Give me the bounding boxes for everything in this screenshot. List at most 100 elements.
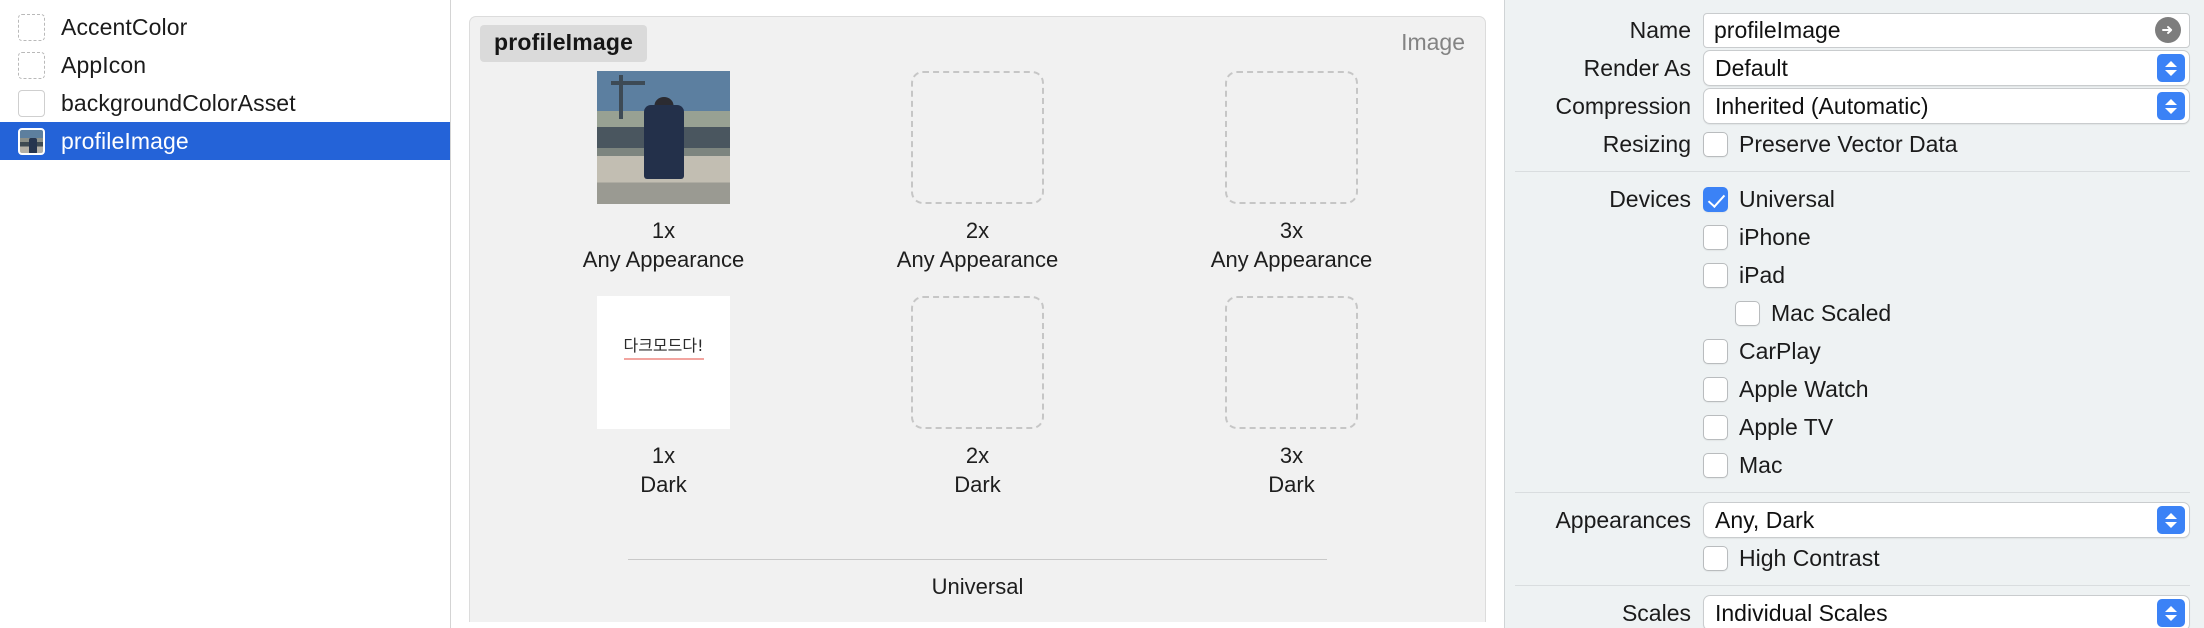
arrow-right-icon[interactable] xyxy=(2155,17,2181,43)
slot-1x-dark[interactable]: 다크모드다! 1x Dark xyxy=(571,296,757,499)
slot-scale-label: 3x xyxy=(1279,443,1304,469)
appearances-select[interactable]: Any, Dark xyxy=(1703,502,2190,538)
inspector-row-appearances: Appearances Any, Dark xyxy=(1515,502,2190,538)
inspector-row-device-mac: Mac xyxy=(1515,447,2190,483)
chevron-updown-icon[interactable] xyxy=(2157,92,2185,120)
asset-row-profileimage[interactable]: profileImage xyxy=(0,122,450,160)
inspector-row-device-apple-watch: Apple Watch xyxy=(1515,371,2190,407)
checkbox-icon[interactable] xyxy=(1703,376,1728,402)
device-label: Apple Watch xyxy=(1739,375,1869,402)
slot-caption: 1x Dark xyxy=(640,441,686,499)
inspector-divider xyxy=(1515,585,2190,586)
inspector-row-render-as: Render As Default xyxy=(1515,50,2190,86)
slot-appearance-label: Dark xyxy=(640,472,687,498)
preserve-vector-data-checkbox[interactable]: Preserve Vector Data xyxy=(1703,126,2190,162)
device-checkbox-apple-watch[interactable]: Apple Watch xyxy=(1703,371,2190,407)
slot-caption: 3x Dark xyxy=(1268,441,1314,499)
slot-empty-dropzone[interactable] xyxy=(911,71,1044,204)
checkbox-checked-icon[interactable] xyxy=(1703,186,1728,212)
slots-area: 1x Any Appearance 2x Any Appearance 3x A… xyxy=(470,61,1485,622)
slot-image-preview[interactable]: 다크모드다! xyxy=(597,296,730,430)
resizing-label: Resizing xyxy=(1602,130,1691,157)
slot-empty-dropzone[interactable] xyxy=(911,296,1044,430)
inspector-row-scales: Scales Individual Scales xyxy=(1515,595,2190,628)
device-checkbox-mac-scaled[interactable]: Mac Scaled xyxy=(1735,295,2190,331)
asset-row-appicon[interactable]: AppIcon xyxy=(0,46,450,84)
inspector-row-device-mac-scaled: Mac Scaled xyxy=(1515,295,2190,331)
asset-canvas: profileImage Image 1x Any Appearance 2x … xyxy=(469,16,1486,622)
appearances-label: Appearances xyxy=(1555,506,1691,533)
slot-appearance-label: Dark xyxy=(954,472,1001,498)
device-label: iPad xyxy=(1739,261,1786,288)
asset-label: AccentColor xyxy=(61,13,188,40)
device-label: Mac Scaled xyxy=(1771,299,1892,326)
slot-scale-label: 3x xyxy=(1279,218,1304,243)
compression-select[interactable]: Inherited (Automatic) xyxy=(1703,88,2190,124)
person-body-shape xyxy=(643,105,684,179)
chevron-updown-icon[interactable] xyxy=(2157,54,2185,82)
device-label: Universal xyxy=(1739,185,1835,212)
asset-canvas-area: profileImage Image 1x Any Appearance 2x … xyxy=(451,0,1504,628)
asset-row-accentcolor[interactable]: AccentColor xyxy=(0,8,450,46)
slot-appearance-label: Any Appearance xyxy=(896,247,1059,273)
device-checkbox-universal[interactable]: Universal xyxy=(1703,181,2190,217)
asset-label: backgroundColorAsset xyxy=(61,89,296,116)
slot-appearance-label: Any Appearance xyxy=(1210,247,1373,273)
device-label: Mac xyxy=(1739,451,1783,478)
canvas-titlebar: profileImage Image xyxy=(470,17,1485,62)
slot-caption: 3x Any Appearance xyxy=(1211,216,1372,274)
slot-scale-label: 2x xyxy=(965,218,990,243)
device-checkbox-ipad[interactable]: iPad xyxy=(1703,257,2190,293)
device-checkbox-iphone[interactable]: iPhone xyxy=(1703,219,2190,255)
asset-label: profileImage xyxy=(61,127,189,154)
appearances-value: Any, Dark xyxy=(1715,506,1815,533)
slot-2x-dark[interactable]: 2x Dark xyxy=(885,296,1071,499)
slot-image-text: 다크모드다! xyxy=(623,332,704,361)
slot-3x-dark[interactable]: 3x Dark xyxy=(1199,296,1385,499)
scales-select[interactable]: Individual Scales xyxy=(1703,595,2190,628)
checkbox-icon[interactable] xyxy=(1735,300,1760,326)
slot-3x-any-appearance[interactable]: 3x Any Appearance xyxy=(1199,71,1385,274)
inspector-row-devices-universal: Devices Universal xyxy=(1515,181,2190,217)
slot-1x-any-appearance[interactable]: 1x Any Appearance xyxy=(571,71,757,274)
device-checkbox-carplay[interactable]: CarPlay xyxy=(1703,333,2190,369)
checkbox-icon[interactable] xyxy=(1703,338,1728,364)
render-as-select[interactable]: Default xyxy=(1703,50,2190,86)
compression-value: Inherited (Automatic) xyxy=(1715,92,1929,119)
device-checkbox-apple-tv[interactable]: Apple TV xyxy=(1703,409,2190,445)
slot-empty-dropzone[interactable] xyxy=(1225,71,1358,204)
name-label: Name xyxy=(1629,16,1691,43)
checkbox-icon[interactable] xyxy=(1703,224,1728,250)
high-contrast-checkbox[interactable]: High Contrast xyxy=(1703,540,2190,576)
dashed-placeholder-icon xyxy=(18,13,45,41)
inspector-row-compression: Compression Inherited (Automatic) xyxy=(1515,88,2190,124)
compression-label: Compression xyxy=(1555,92,1692,119)
arm-shape-icon xyxy=(611,81,645,85)
checkbox-icon[interactable] xyxy=(1703,414,1728,440)
attributes-inspector: Name profileImage Render As Default Comp… xyxy=(1504,0,2204,628)
slot-2x-any-appearance[interactable]: 2x Any Appearance xyxy=(885,71,1071,274)
device-label: Apple TV xyxy=(1739,413,1834,440)
checkbox-icon[interactable] xyxy=(1703,131,1728,157)
checkbox-icon[interactable] xyxy=(1703,452,1728,478)
checkbox-icon[interactable] xyxy=(1703,262,1728,288)
name-input[interactable]: profileImage xyxy=(1703,12,2190,48)
high-contrast-label: High Contrast xyxy=(1739,544,1880,571)
device-checkbox-mac[interactable]: Mac xyxy=(1703,447,2190,483)
name-input-value: profileImage xyxy=(1714,16,1841,43)
device-label: iPhone xyxy=(1739,223,1811,250)
chevron-updown-icon[interactable] xyxy=(2157,599,2185,627)
render-as-label: Render As xyxy=(1583,54,1691,81)
slot-empty-dropzone[interactable] xyxy=(1225,296,1358,430)
slot-image-preview[interactable] xyxy=(597,71,730,204)
chevron-updown-icon[interactable] xyxy=(2157,506,2185,534)
canvas-footer-label: Universal xyxy=(931,574,1024,599)
canvas-asset-title[interactable]: profileImage xyxy=(480,25,648,62)
devices-label: Devices xyxy=(1609,185,1691,212)
render-as-value: Default xyxy=(1715,54,1788,81)
slot-scale-label: 1x xyxy=(651,443,676,469)
asset-row-backgroundcolorasset[interactable]: backgroundColorAsset xyxy=(0,84,450,122)
checkbox-icon[interactable] xyxy=(1703,545,1728,571)
inspector-row-device-ipad: iPad xyxy=(1515,257,2190,293)
slot-appearance-label: Any Appearance xyxy=(582,247,745,273)
